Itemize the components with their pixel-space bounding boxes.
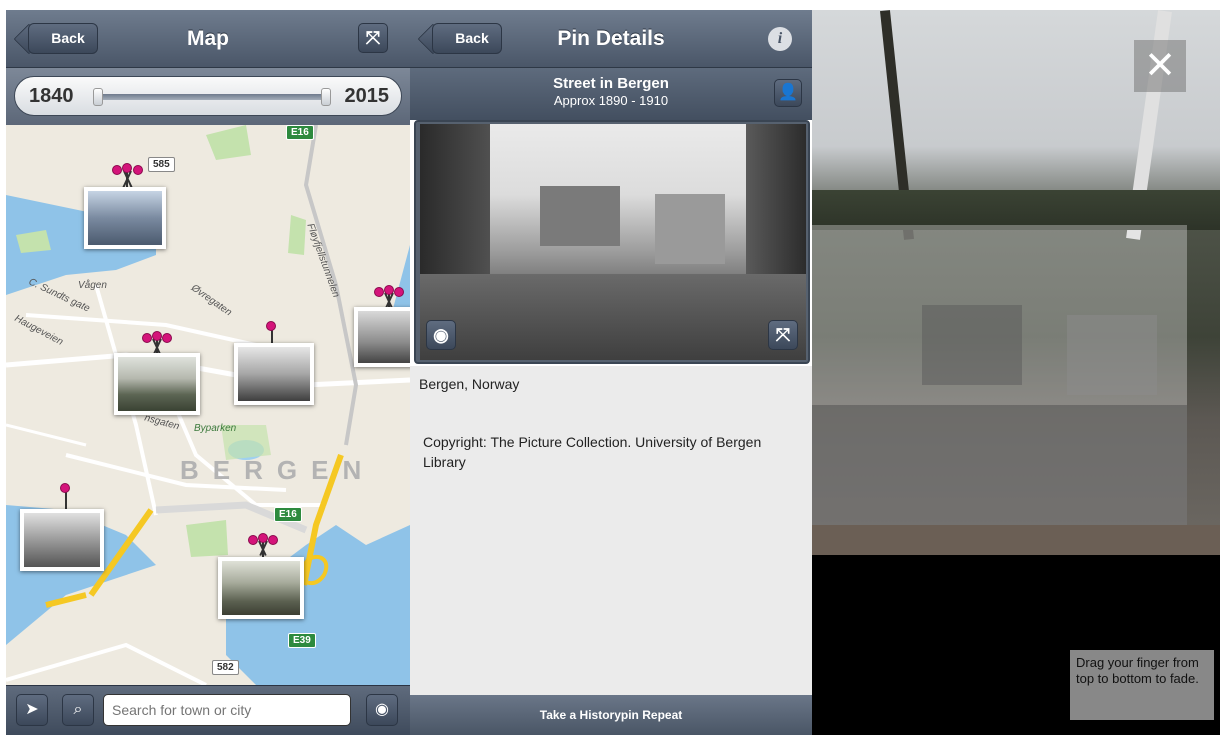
locate-button[interactable]: ➤ [16,694,48,726]
shield-e16-mid: E16 [274,507,302,522]
pin-location: Bergen, Norway [419,376,520,392]
historic-photo[interactable] [420,124,806,360]
profile-button[interactable]: 👤 [774,79,802,107]
repeat-camera-screen: ✕ Drag your finger from top to bottom to… [812,10,1220,735]
timeline-end-year: 2015 [344,85,390,107]
back-button[interactable]: Back [28,23,98,54]
shutter-icon: ◉ [375,701,389,718]
timeline-track[interactable] [97,94,329,100]
camera-shutter-button[interactable]: ◉ [366,694,398,726]
fullscreen-button[interactable]: ⤧ [768,320,798,350]
pin-date: Approx 1890 - 1910 [553,93,669,108]
back-button[interactable]: Back [432,23,502,54]
map-toolbar: ➤ ⌕ ◉ [6,685,410,735]
pin-photo-town[interactable] [218,557,304,619]
expand-icon: ⤧ [775,325,791,345]
label-byparken: Byparken [194,423,237,434]
route-582: 582 [212,660,239,675]
pin-title: Street in Bergen [553,75,669,92]
search-button[interactable]: ⌕ [62,694,94,726]
expand-button[interactable]: ⤧ [358,23,388,53]
take-repeat-button[interactable]: Take a Historypin Repeat [410,695,812,735]
pin-photo-frame: ◉ ⤧ [414,120,810,364]
search-icon: ⌕ [73,701,83,718]
pin-navbar: Pin Details Back i [410,10,812,68]
pin-copyright: Copyright: The Picture Collection. Unive… [423,434,762,470]
pin-photo-edge[interactable] [354,307,410,367]
route-585: 585 [148,157,175,172]
camera-view[interactable]: ✕ [812,10,1220,555]
repeat-shutter-button[interactable]: ◉ [426,320,456,350]
pin-photo-harbor[interactable] [84,187,166,249]
timeline-bar: 1840 2015 [6,68,410,125]
timeline-slider[interactable]: 1840 2015 [14,76,402,116]
timeline-start-year: 1840 [29,85,74,107]
pin-header: Street in Bergen Approx 1890 - 1910 👤 [410,68,812,120]
search-input[interactable] [103,694,351,726]
map-screen: Map Back ⤧ 1840 2015 Vågen C. Sundts gat… [6,10,410,735]
person-icon: 👤 [778,84,798,101]
city-label: BERGEN [180,455,376,485]
historic-photo-overlay[interactable] [812,225,1187,525]
map-navbar: Map Back ⤧ [6,10,410,68]
pin-photo-tree[interactable] [20,509,104,571]
timeline-start-handle[interactable] [93,88,103,106]
map-base [6,125,410,685]
fade-hint: Drag your finger from top to bottom to f… [1070,650,1214,720]
location-arrow-icon: ➤ [25,701,39,718]
label-vagen: Vågen [78,280,107,291]
info-icon[interactable]: i [768,27,792,51]
pin-details-screen: Pin Details Back i Street in Bergen Appr… [410,10,812,735]
shield-e39: E39 [288,633,316,648]
timeline-end-handle[interactable] [321,88,331,106]
pin-photo-zeppelin[interactable] [114,353,200,415]
pin-description: Bergen, Norway Copyright: The Picture Co… [410,366,812,696]
expand-icon: ⤧ [365,28,381,48]
pin-photo-buildings[interactable] [234,343,314,405]
close-button[interactable]: ✕ [1134,40,1186,92]
map-view[interactable]: Vågen C. Sundts gate Haugeveien Øvregate… [6,125,410,685]
shutter-icon: ◉ [433,325,449,345]
shield-e16-top: E16 [286,125,314,140]
